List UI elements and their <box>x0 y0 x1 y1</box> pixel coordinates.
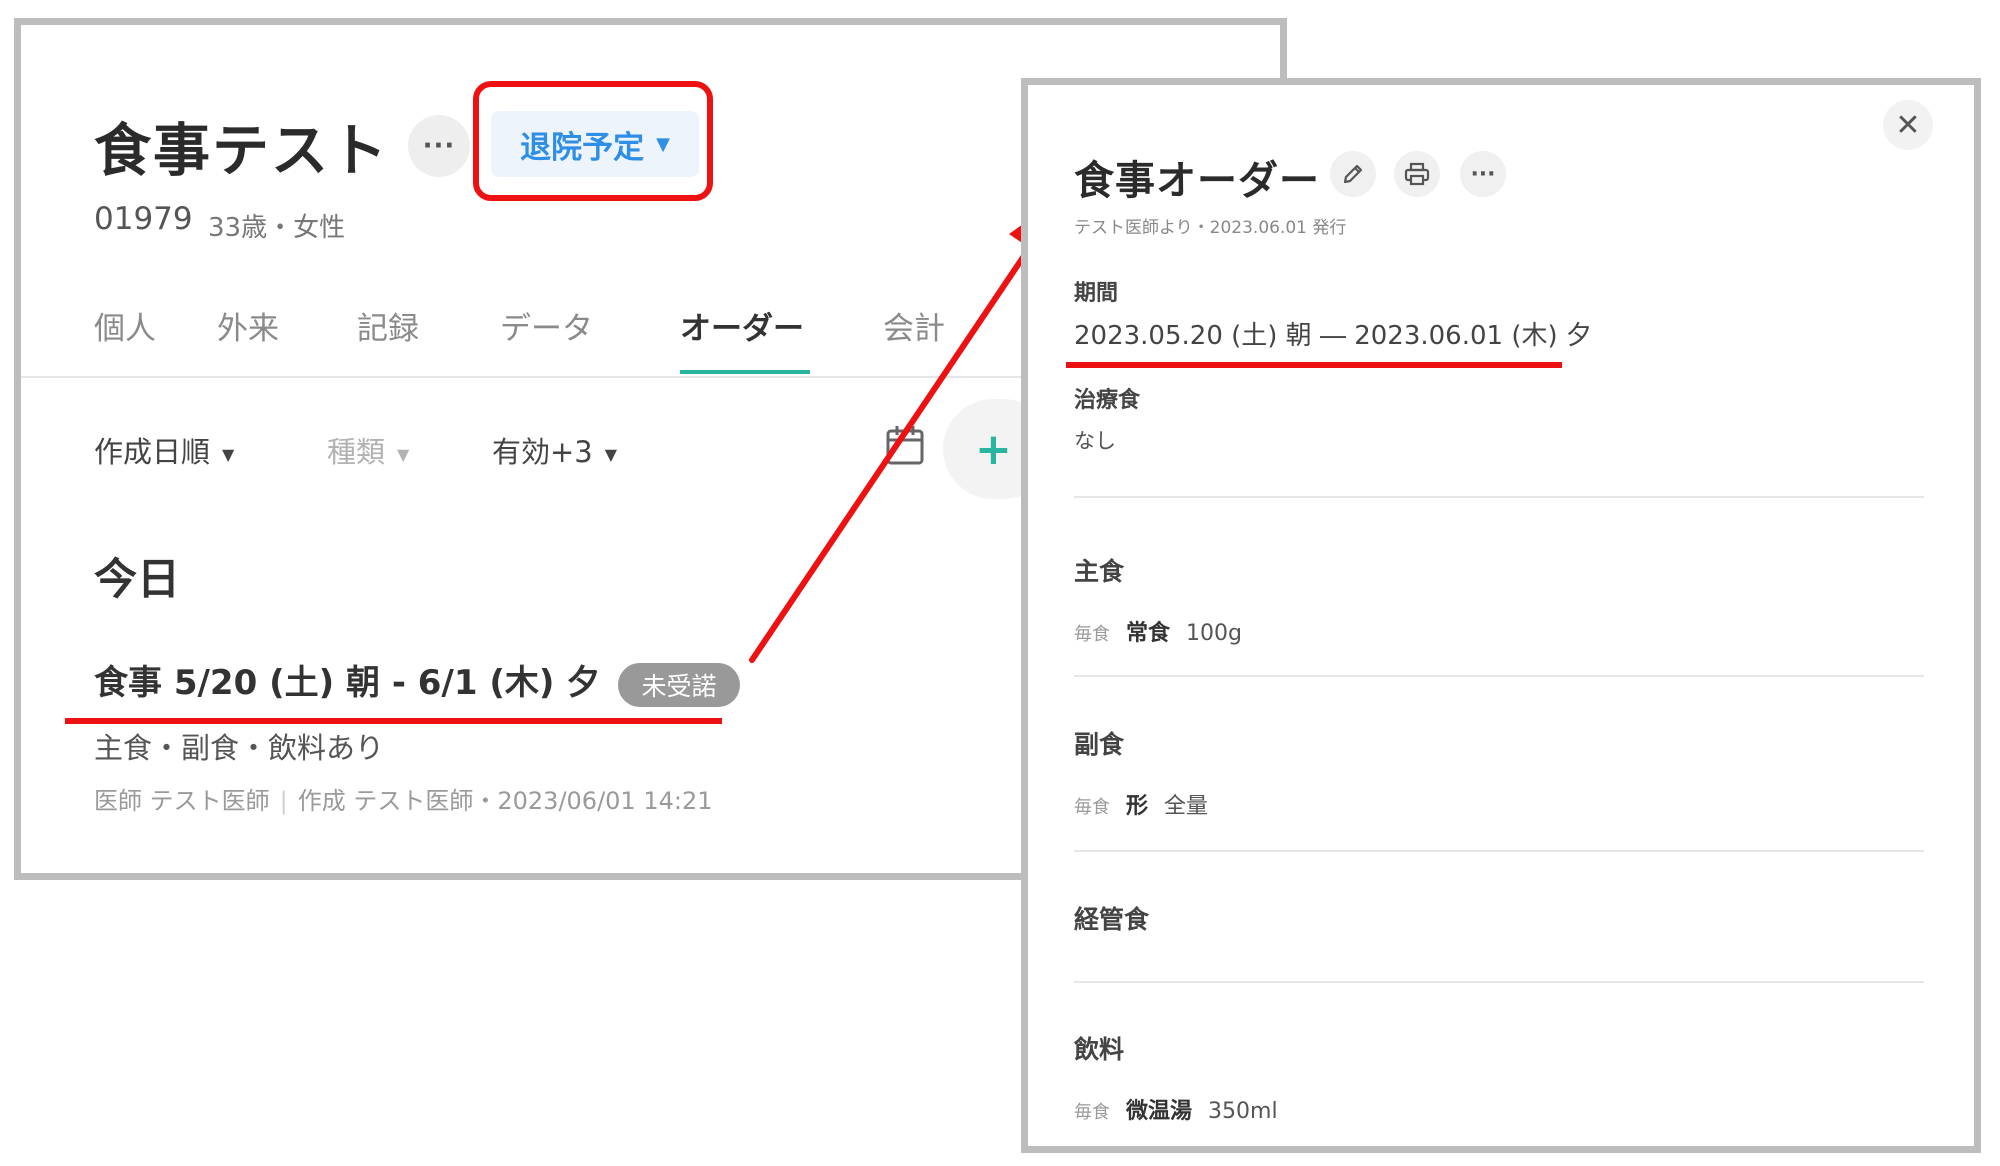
drink-frequency: 毎食 <box>1074 1102 1110 1123</box>
side-dish-frequency: 毎食 <box>1074 797 1110 818</box>
order-detail-title: 食事オーダー <box>1074 158 1320 204</box>
side-dish-label: 副食 <box>1074 730 1125 759</box>
pencil-icon <box>1343 164 1363 184</box>
more-icon: ··· <box>1470 161 1496 187</box>
section-divider <box>1074 675 1924 677</box>
section-divider <box>1074 850 1924 852</box>
order-detail-panel: ✕ 食事オーダー ··· テスト医師より・2023.06.01 発行 期間 20… <box>1021 78 1981 1153</box>
therapeutic-diet-value: なし <box>1074 429 1116 453</box>
staple-row: 毎食 常食 100g <box>1074 615 1242 647</box>
close-icon: ✕ <box>1895 107 1921 143</box>
drink-name: 微温湯 <box>1126 1099 1193 1124</box>
staple-label: 主食 <box>1074 557 1125 586</box>
section-divider <box>1074 981 1924 983</box>
print-button[interactable] <box>1394 151 1440 197</box>
order-more-button[interactable]: ··· <box>1460 151 1506 197</box>
period-underline-annotation <box>1066 362 1562 368</box>
therapeutic-diet-label: 治療食 <box>1074 388 1141 413</box>
drink-label: 飲料 <box>1074 1035 1125 1064</box>
printer-icon <box>1404 162 1430 186</box>
side-dish-name: 形 <box>1126 794 1149 819</box>
close-button[interactable]: ✕ <box>1883 100 1933 150</box>
tube-feeding-label: 経管食 <box>1074 905 1150 934</box>
side-dish-row: 毎食形全量 <box>1074 788 1208 820</box>
drink-row: 毎食 微温湯 350ml <box>1074 1093 1278 1125</box>
staple-amount: 100g <box>1186 621 1242 646</box>
period-value: 2023.05.20 (土) 朝 ― 2023.06.01 (木) 夕 <box>1074 321 1592 351</box>
edit-button[interactable] <box>1330 151 1376 197</box>
side-dish-amount: 全量 <box>1164 794 1209 819</box>
staple-name: 常食 <box>1126 621 1171 646</box>
issued-info: テスト医師より・2023.06.01 発行 <box>1074 218 1347 238</box>
section-divider <box>1074 496 1924 498</box>
period-label: 期間 <box>1074 281 1119 306</box>
drink-amount: 350ml <box>1208 1099 1278 1124</box>
staple-frequency: 毎食 <box>1074 624 1110 645</box>
